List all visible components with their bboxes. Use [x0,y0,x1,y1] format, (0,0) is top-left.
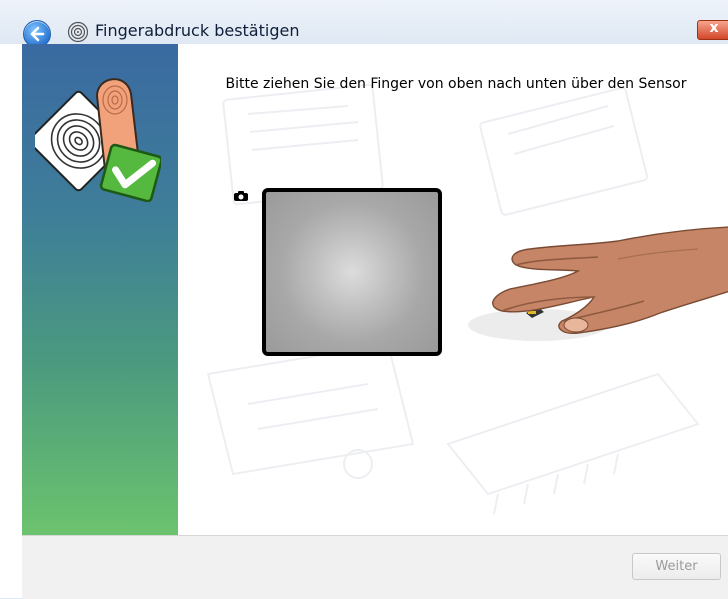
wizard-footer: Weiter [22,535,728,599]
fingerprint-scan-preview [262,188,442,356]
camera-icon [234,191,248,201]
hand-swipe-illustration [468,226,728,341]
close-button[interactable]: x [697,20,728,40]
close-icon: x [709,20,719,36]
window-title: Fingerabdruck bestätigen [95,21,300,40]
fingerprint-confirm-icon [35,78,161,202]
wizard-window: Fingerabdruck bestätigen x Bitte ziehen … [0,0,728,599]
back-arrow-icon [30,26,45,42]
fingerprint-icon [67,21,89,43]
wizard-content: Bitte ziehen Sie den Finger von oben nac… [178,44,728,535]
next-button[interactable]: Weiter [632,553,721,580]
left-border [0,44,22,598]
instruction-text: Bitte ziehen Sie den Finger von oben nac… [225,76,687,92]
title-bar: Fingerabdruck bestätigen x [0,0,728,48]
